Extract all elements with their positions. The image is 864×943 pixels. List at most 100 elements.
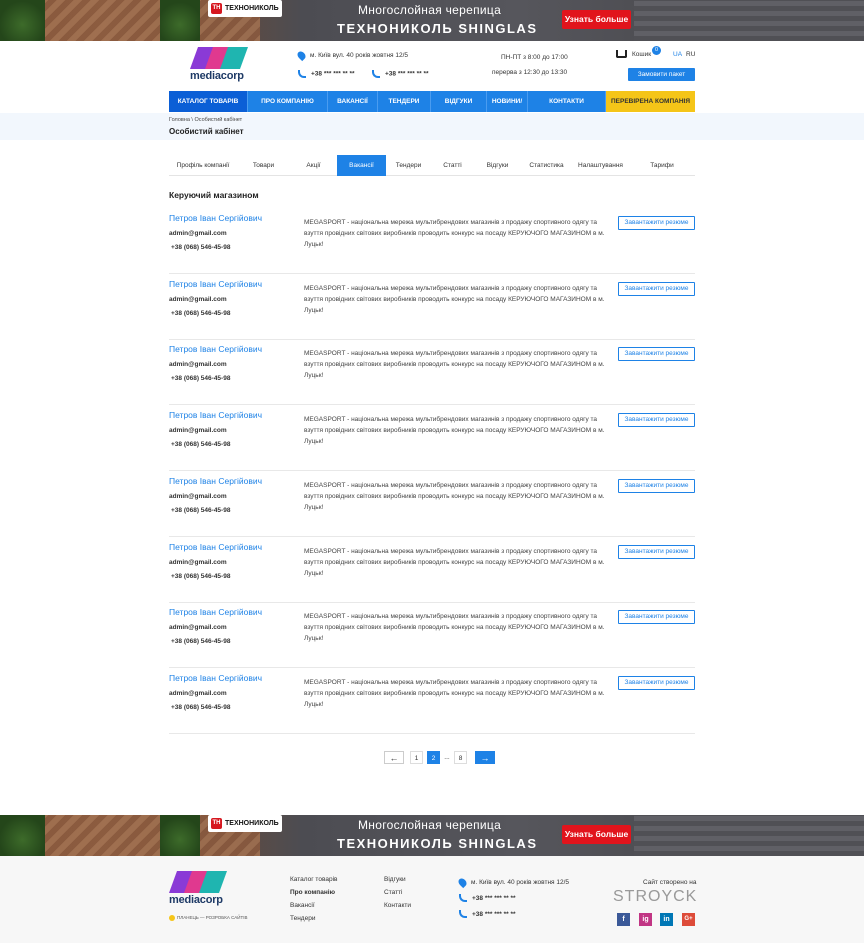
phone-text: +38 *** *** ** ** — [311, 70, 355, 78]
contact-phone: +38 (068) 546-45-98 — [171, 704, 231, 711]
download-resume-button[interactable]: Завантажити резюме — [618, 347, 695, 361]
contact-name[interactable]: Петров Іван Сергійович — [169, 673, 262, 683]
nav-tenders[interactable]: ТЕНДЕРИ — [378, 91, 431, 112]
site-logo[interactable]: mediacorp — [189, 47, 250, 82]
main-nav: КАТАЛОГ ТОВАРІВ ПРО КОМПАНІЮ ВАКАНСІЇ ТЕ… — [169, 91, 695, 126]
download-resume-button[interactable]: Завантажити резюме — [618, 282, 695, 296]
header-phone-2[interactable]: +38 *** *** ** ** — [372, 70, 429, 78]
cart-label[interactable]: Кошик — [632, 51, 651, 58]
banner-tree-image — [0, 815, 45, 856]
download-resume-button[interactable]: Завантажити резюме — [618, 545, 695, 559]
footer-link-reviews[interactable]: Відгуки — [384, 873, 411, 886]
footer-logo[interactable]: mediacorp — [168, 871, 229, 906]
logo-text: mediacorp — [190, 70, 244, 82]
page-1[interactable]: 1 — [410, 751, 423, 764]
tab-products[interactable]: Товари — [237, 155, 290, 176]
banner-cta-button[interactable]: Узнать больше — [562, 825, 631, 844]
contact-name[interactable]: Петров Іван Сергійович — [169, 607, 262, 617]
banner-brand-logo: ТН ТЕХНОНИКОЛЬ — [208, 0, 282, 17]
download-resume-button[interactable]: Завантажити резюме — [618, 676, 695, 690]
linkedin-icon[interactable]: in — [660, 913, 673, 926]
header-phone-1[interactable]: +38 *** *** ** ** — [298, 70, 355, 78]
footer-link-tenders[interactable]: Тендери — [290, 912, 337, 925]
tab-articles[interactable]: Статті — [431, 155, 474, 176]
tab-vacancies[interactable]: Вакансії — [337, 155, 386, 176]
nav-verified[interactable]: ПЕРЕВІРЕНА КОМПАНІЯ — [606, 91, 695, 112]
nav-reviews[interactable]: ВІДГУКИ — [431, 91, 487, 112]
tab-tariffs[interactable]: Тарифи — [629, 155, 695, 176]
banner-brand-text: ТЕХНОНИКОЛЬ — [225, 5, 279, 12]
vacancy-description: MEGASPORT - національна мережа мультибре… — [304, 285, 605, 314]
vacancy-description: MEGASPORT - національна мережа мультибре… — [304, 548, 605, 577]
contact-email: admin@gmail.com — [169, 361, 227, 368]
contact-email: admin@gmail.com — [169, 230, 227, 237]
footer-link-about[interactable]: Про компанію — [290, 886, 337, 899]
studio-logo[interactable]: STROYCK — [613, 888, 697, 906]
nav-news[interactable]: НОВИНИ/АКЦІЇ — [487, 91, 528, 126]
nav-contacts[interactable]: КОНТАКТИ — [528, 91, 606, 112]
contact-name[interactable]: Петров Іван Сергійович — [169, 279, 262, 289]
tab-company-profile[interactable]: Профіль компанії — [169, 155, 237, 176]
download-resume-button[interactable]: Завантажити резюме — [618, 216, 695, 230]
lang-ua[interactable]: UA — [673, 51, 682, 58]
tab-settings[interactable]: Налаштування — [572, 155, 629, 176]
nav-about[interactable]: ПРО КОМПАНІЮ — [248, 91, 328, 112]
page-current[interactable]: 2 — [427, 751, 440, 764]
facebook-icon[interactable]: f — [617, 913, 630, 926]
footer-phone-1[interactable]: +38 *** *** ** ** — [459, 892, 516, 905]
contact-name[interactable]: Петров Іван Сергійович — [169, 476, 262, 486]
vacancy-card: Петров Іван Сергійович admin@gmail.com +… — [169, 274, 695, 340]
logo-text: mediacorp — [169, 894, 223, 906]
contact-name[interactable]: Петров Іван Сергійович — [169, 542, 262, 552]
phone-icon — [459, 910, 467, 919]
tab-reviews[interactable]: Відгуки — [474, 155, 521, 176]
contact-email: admin@gmail.com — [169, 690, 227, 697]
contact-phone: +38 (068) 546-45-98 — [171, 638, 231, 645]
contact-name[interactable]: Петров Іван Сергійович — [169, 344, 262, 354]
tab-statistics[interactable]: Статистика — [521, 155, 572, 176]
footer-tagline: ПЛАНЕЦЬ — РОЗРОБКА САЙТІВ — [169, 915, 247, 921]
tab-tenders[interactable]: Тендери — [386, 155, 431, 176]
download-resume-button[interactable]: Завантажити резюме — [618, 479, 695, 493]
nav-catalog[interactable]: КАТАЛОГ ТОВАРІВ — [169, 91, 248, 112]
site-header: mediacorp — [0, 41, 864, 91]
tab-promotions[interactable]: Акції — [290, 155, 337, 176]
vacancy-card: Петров Іван Сергійович admin@gmail.com +… — [169, 471, 695, 537]
footer-link-catalog[interactable]: Каталог товарів — [290, 873, 337, 886]
nav-vacancies[interactable]: ВАКАНСІЇ — [328, 91, 378, 112]
vacancy-description: MEGASPORT - національна мережа мультибре… — [304, 219, 605, 248]
logo-mark-icon — [189, 47, 249, 69]
contact-phone: +38 (068) 546-45-98 — [171, 441, 231, 448]
tagline-text: ПЛАНЕЦЬ — РОЗРОБКА САЙТІВ — [177, 915, 248, 921]
contact-name[interactable]: Петров Іван Сергійович — [169, 213, 262, 223]
breadcrumb-bar: Головна \ Особистий кабінет Особистий ка… — [0, 113, 864, 140]
contact-email: admin@gmail.com — [169, 624, 227, 631]
page-last[interactable]: 8 — [454, 751, 467, 764]
download-resume-button[interactable]: Завантажити резюме — [618, 413, 695, 427]
vacancy-card: Петров Іван Сергійович admin@gmail.com +… — [169, 208, 695, 274]
top-ad-banner[interactable]: ТН ТЕХНОНИКОЛЬ Многослойная черепица ТЕХН… — [0, 0, 864, 41]
footer-link-contacts[interactable]: Контакти — [384, 899, 411, 912]
download-resume-button[interactable]: Завантажити резюме — [618, 610, 695, 624]
phone-text: +38 *** *** ** ** — [472, 911, 516, 918]
footer-phone-2[interactable]: +38 *** *** ** ** — [459, 908, 516, 921]
contact-name[interactable]: Петров Іван Сергійович — [169, 410, 262, 420]
lang-ru[interactable]: RU — [686, 51, 695, 58]
banner-line1: Многослойная черепица — [358, 818, 502, 832]
vacancy-description: MEGASPORT - національна мережа мультибре… — [304, 613, 605, 642]
google-plus-icon[interactable]: G+ — [682, 913, 695, 926]
breadcrumb[interactable]: Головна \ Особистий кабінет — [169, 117, 242, 123]
banner-tree-image — [160, 815, 200, 856]
footer-address: м. Київ вул. 40 років жовтня 12/5 — [456, 876, 569, 889]
footer-link-articles[interactable]: Статті — [384, 886, 411, 899]
footer-link-vacancies[interactable]: Вакансії — [290, 899, 337, 912]
cart-icon[interactable] — [616, 50, 627, 58]
next-page-arrow-icon[interactable]: → — [475, 751, 495, 764]
bottom-ad-banner[interactable]: ТН ТЕХНОНИКОЛЬ Многослойная черепица ТЕХН… — [0, 815, 864, 856]
footer-links-col2: Відгуки Статті Контакти — [384, 873, 411, 912]
site-footer: mediacorp ПЛАНЕЦЬ — РОЗРОБКА САЙТІВ Ката… — [0, 856, 864, 943]
instagram-icon[interactable]: ig — [639, 913, 652, 926]
banner-cta-button[interactable]: Узнать больше — [562, 10, 631, 29]
order-package-button[interactable]: Замовити пакет — [628, 68, 695, 81]
prev-page-arrow-icon[interactable]: ← — [384, 751, 404, 764]
